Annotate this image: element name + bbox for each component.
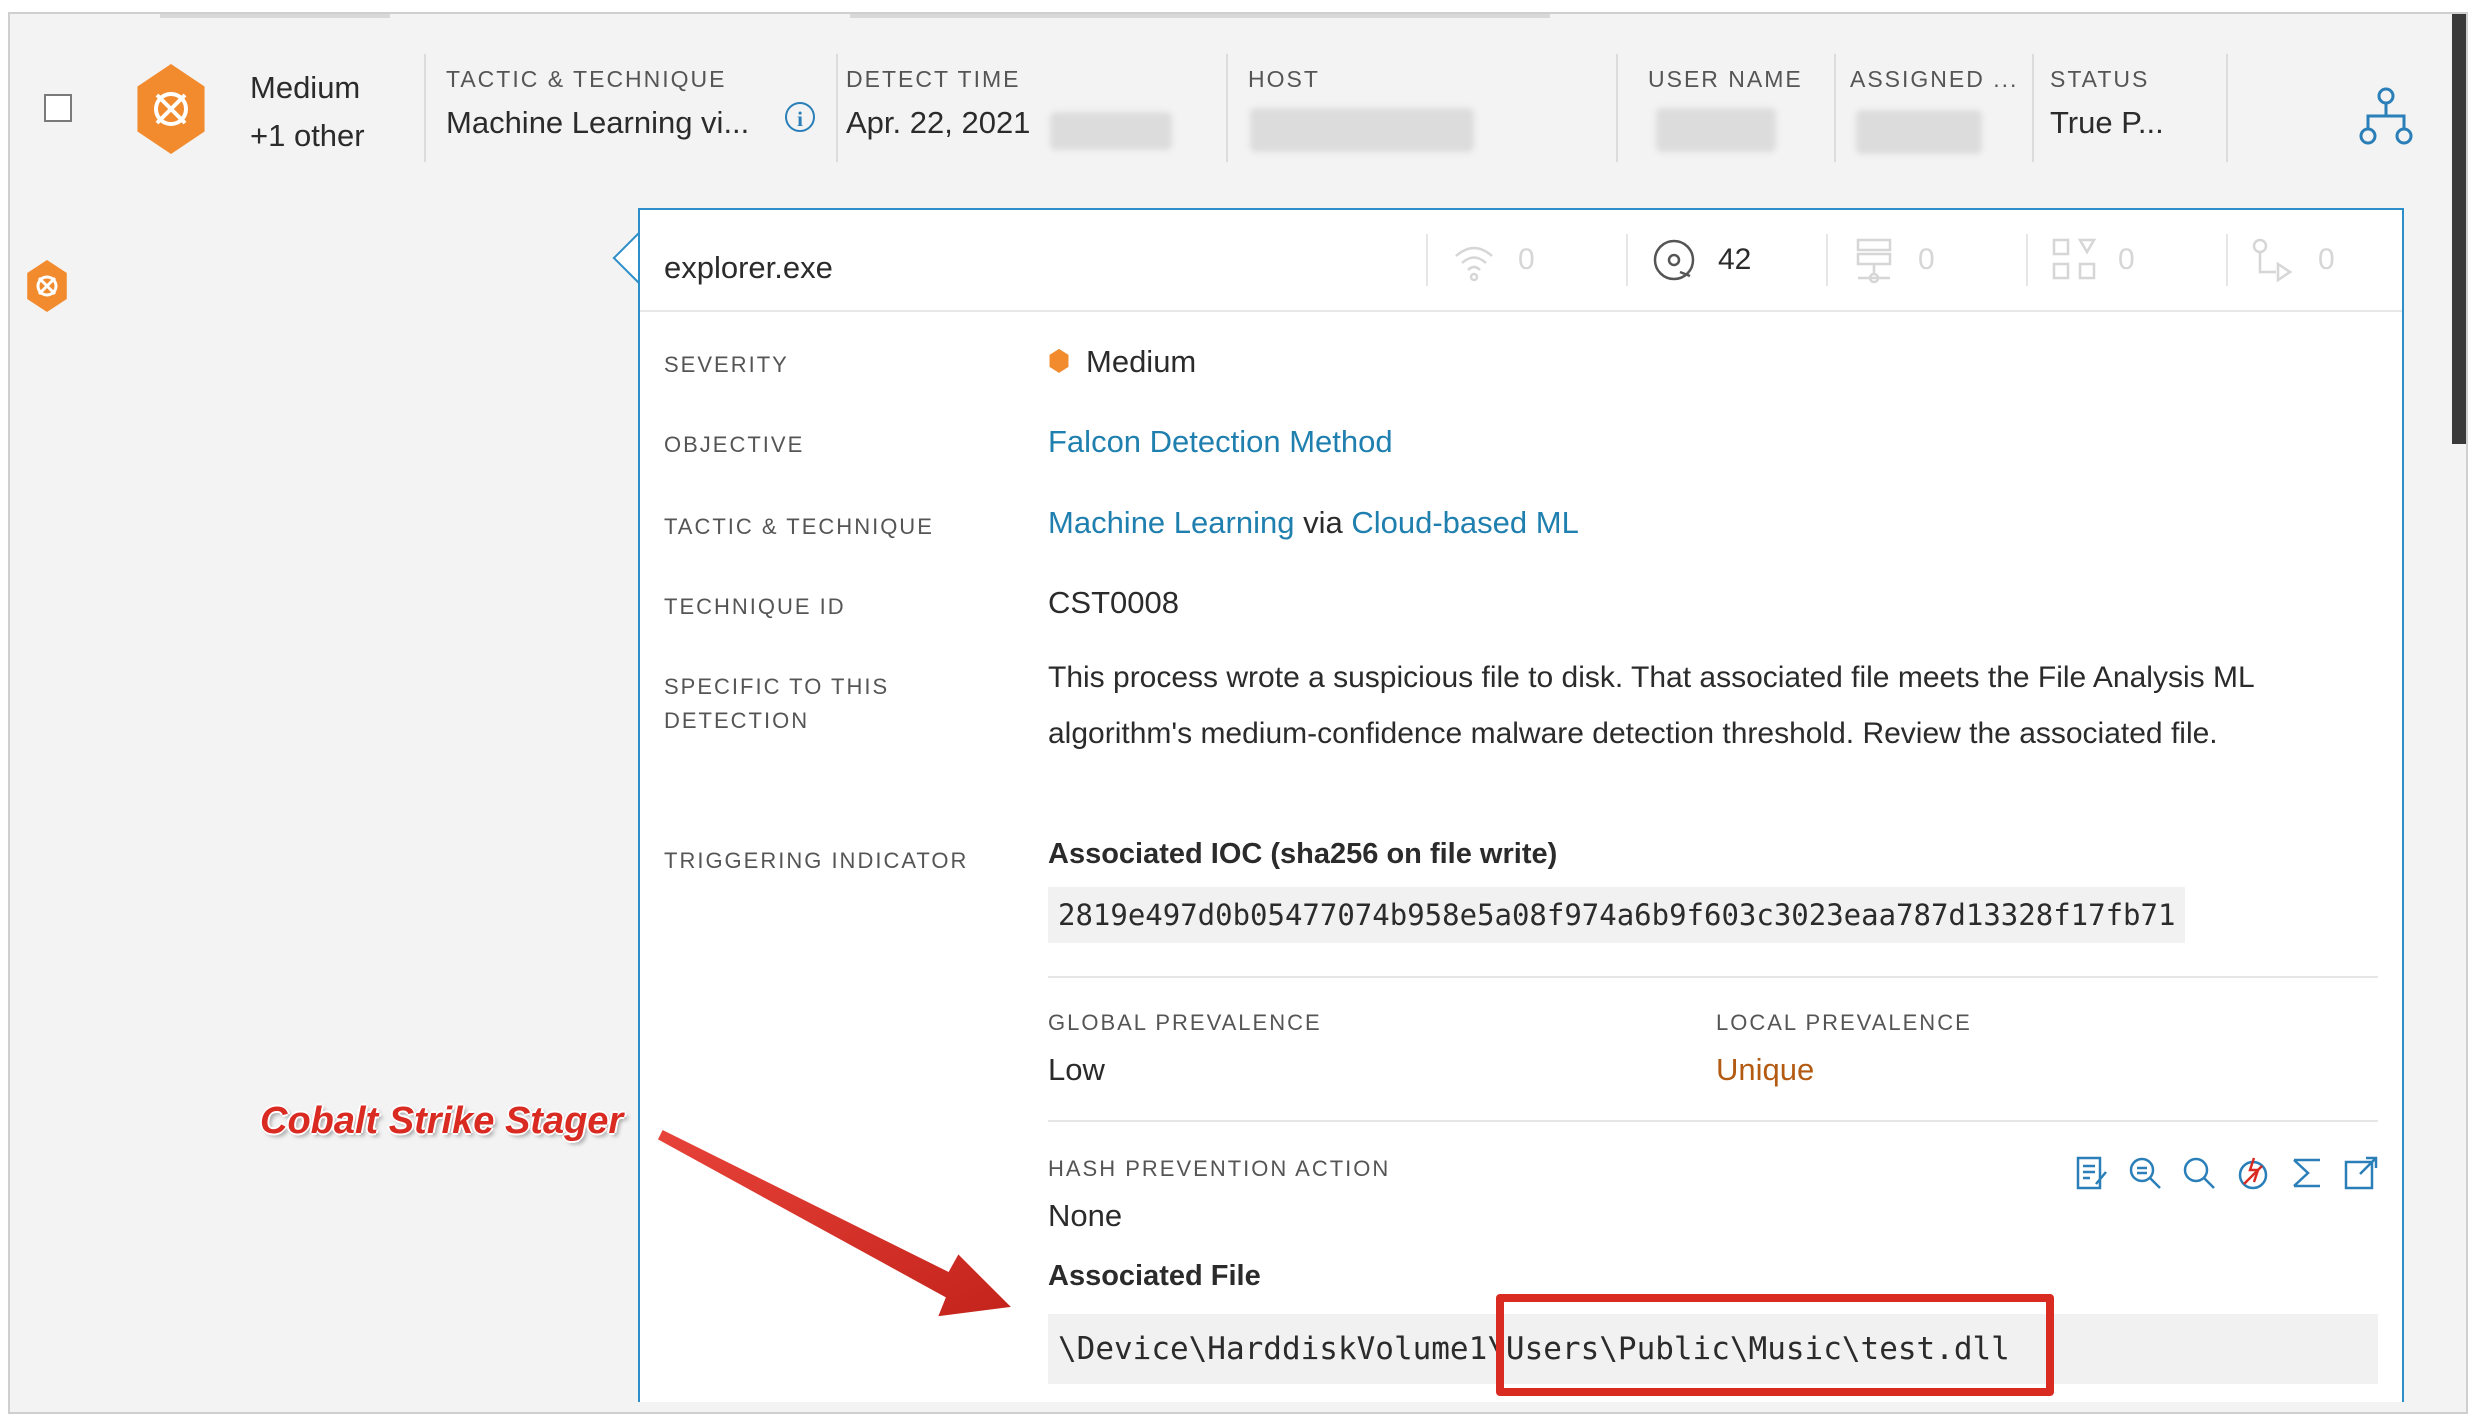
severity-hex-icon (137, 64, 205, 154)
host-label: HOST (1248, 66, 1320, 92)
technique-link[interactable]: Cloud-based ML (1351, 505, 1578, 540)
status-value: True P... (2050, 105, 2164, 140)
hash-toolbar (2072, 1154, 2380, 1192)
column-divider (2032, 54, 2034, 162)
tactic-value: Machine Learning vi... (446, 105, 750, 140)
tactic-link[interactable]: Machine Learning (1048, 505, 1294, 540)
host-column: HOST (1248, 66, 1320, 105)
registry-stat[interactable]: 0 (1826, 234, 1935, 286)
select-checkbox[interactable] (44, 94, 72, 122)
modules-icon (2052, 238, 2097, 280)
section-divider (1048, 1120, 2378, 1122)
redacted-time (1050, 112, 1172, 150)
modules-stat[interactable]: 0 (2026, 234, 2135, 286)
user-name-label: USER NAME (1648, 66, 1803, 92)
redacted-assigned (1856, 110, 1982, 154)
detail-panel: explorer.exe 0 42 0 0 0 SEVERITY Medium … (638, 208, 2404, 1402)
process-tree-icon[interactable] (2358, 86, 2414, 146)
column-divider (1834, 54, 1836, 162)
triggering-label: TRIGGERING INDICATOR (664, 848, 969, 873)
severity-row-label: SEVERITY (664, 352, 789, 377)
assigned-label: ASSIGNED ... (1850, 66, 2019, 92)
objective-label: OBJECTIVE (664, 432, 805, 457)
process-flow-icon (2252, 238, 2293, 283)
scrollbar[interactable] (2452, 14, 2466, 444)
process-name: explorer.exe (664, 250, 833, 285)
network-count: 0 (1518, 243, 1535, 276)
column-divider (1226, 54, 1228, 162)
column-divider (836, 54, 838, 162)
side-severity-icon (27, 260, 67, 312)
assigned-column: ASSIGNED ... (1850, 66, 2018, 105)
status-column: STATUS True P... (2050, 66, 2164, 141)
severity-row-value: Medium (1048, 344, 1196, 380)
registry-icon (1856, 238, 1892, 284)
column-divider (2226, 54, 2228, 162)
technique-id-label: TECHNIQUE ID (664, 594, 846, 619)
panel-header-divider (640, 310, 2402, 312)
external-link-icon[interactable] (2342, 1154, 2380, 1192)
ioc-title: Associated IOC (sha256 on file write) (1048, 838, 1558, 870)
global-prevalence-label: GLOBAL PREVALENCE (1048, 1010, 1322, 1035)
specific-label-line2: DETECTION (664, 708, 810, 733)
objective-link[interactable]: Falcon Detection Method (1048, 424, 1393, 460)
severity-dot-icon (1049, 348, 1069, 373)
detection-row[interactable]: Medium +1 other TACTIC & TECHNIQUE Machi… (10, 14, 2450, 174)
severity-extra: +1 other (250, 118, 365, 153)
column-divider (424, 54, 426, 162)
technique-id-value: CST0008 (1048, 585, 1179, 620)
disk-count: 42 (1718, 243, 1752, 276)
tactic-column: TACTIC & TECHNIQUE Machine Learning vi..… (446, 66, 749, 141)
info-icon[interactable]: i (785, 102, 815, 132)
local-prevalence-label: LOCAL PREVALENCE (1716, 1010, 1972, 1035)
ioc-hash[interactable]: 2819e497d0b05477074b958e5a08f974a6b9f603… (1048, 887, 2186, 943)
section-divider (1048, 976, 2378, 978)
detect-time-label: DETECT TIME (846, 66, 1021, 92)
network-icon (1455, 246, 1493, 282)
user-name-column: USER NAME (1648, 66, 1803, 105)
block-icon[interactable] (2234, 1154, 2272, 1192)
associated-file-label: Associated File (1048, 1260, 1261, 1292)
notes-icon[interactable] (2072, 1154, 2110, 1192)
registry-count: 0 (1918, 243, 1935, 276)
disk-icon (1653, 239, 1695, 281)
annotation-callout: Cobalt Strike Stager (260, 1100, 624, 1142)
network-stat[interactable]: 0 (1426, 234, 1535, 286)
severity-text: Medium (1086, 344, 1197, 379)
status-label: STATUS (2050, 66, 2150, 92)
tactic-row-label: TACTIC & TECHNIQUE (664, 514, 934, 539)
highlight-box (1496, 1294, 2054, 1396)
search-icon[interactable] (2180, 1154, 2218, 1192)
redacted-host (1250, 108, 1474, 152)
tactic-label: TACTIC & TECHNIQUE (446, 66, 727, 92)
modules-count: 0 (2118, 243, 2135, 276)
global-prevalence-value: Low (1048, 1052, 1105, 1087)
hash-action-label: HASH PREVENTION ACTION (1048, 1156, 1391, 1181)
column-divider (1616, 54, 1618, 162)
detect-time-column: DETECT TIME Apr. 22, 2021 (846, 66, 1030, 141)
local-prevalence-value: Unique (1716, 1052, 1815, 1087)
tactic-row-value: Machine Learning via Cloud-based ML (1048, 505, 1579, 541)
redacted-user (1656, 108, 1776, 152)
specific-description: This process wrote a suspicious file to … (1048, 661, 2254, 750)
process-count: 0 (2318, 243, 2335, 276)
tactic-via: via (1303, 505, 1343, 540)
specific-label-line1: SPECIFIC TO THIS (664, 674, 890, 699)
process-stat[interactable]: 0 (2226, 234, 2335, 286)
hash-action-value: None (1048, 1198, 1123, 1233)
sum-icon[interactable] (2288, 1154, 2326, 1192)
detect-time-value: Apr. 22, 2021 (846, 105, 1031, 140)
zoom-search-icon[interactable] (2126, 1154, 2164, 1192)
disk-stat[interactable]: 42 (1626, 234, 1751, 286)
severity-label: Medium (250, 70, 361, 105)
